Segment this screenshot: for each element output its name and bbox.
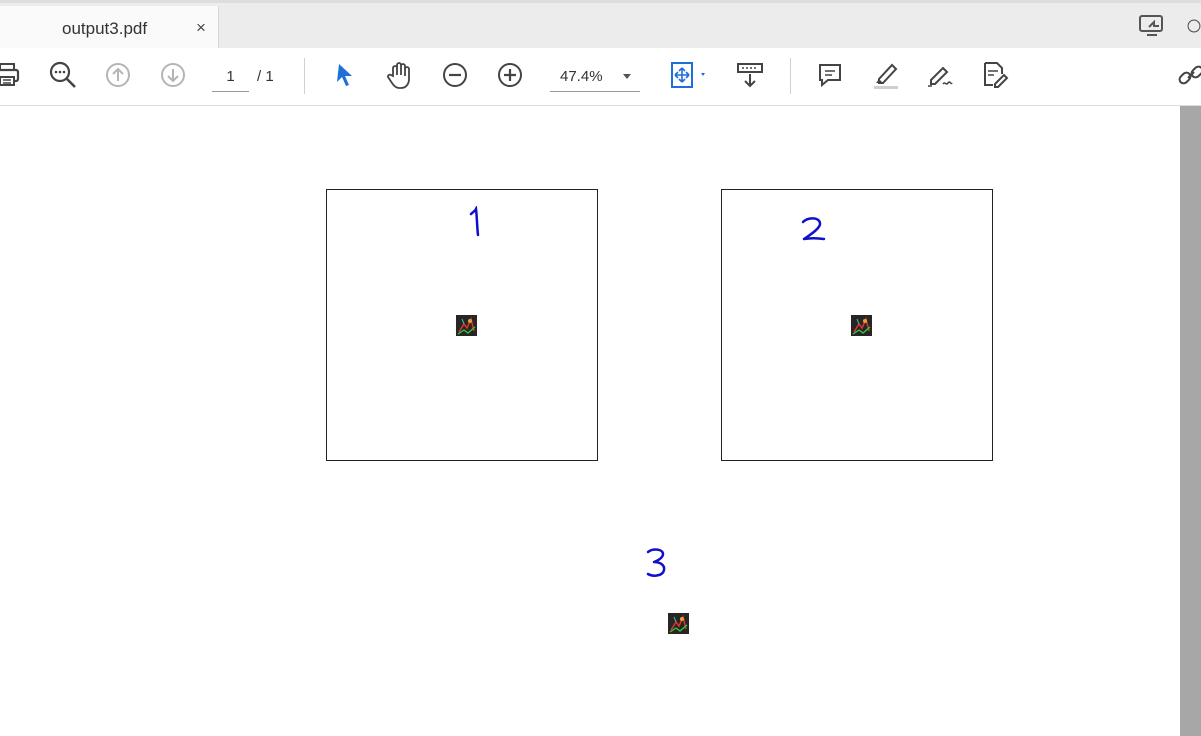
select-cursor-icon [333,61,357,94]
comment-button[interactable] [813,60,847,94]
page-total: / 1 [257,68,274,85]
zoom-in-button[interactable] [493,60,527,94]
page-number-input[interactable]: 1 [212,64,249,92]
image-thumbnail-2 [851,315,872,336]
hand-tool-button[interactable] [383,60,417,94]
chevron-down-icon [623,74,631,79]
select-tool-button[interactable] [328,60,362,94]
document-tab[interactable]: output3.pdf × [0,6,219,51]
page-down-icon [159,61,187,94]
zoom-level-value: 47.4% [560,68,603,85]
zoom-in-icon [496,61,524,94]
previous-page-button[interactable] [101,60,135,94]
handwritten-label-1 [462,204,486,245]
link-icon [1176,60,1201,94]
print-icon [0,61,22,94]
tab-close-button[interactable]: × [196,18,206,38]
sign-button[interactable] [923,60,957,94]
next-page-button[interactable] [156,60,190,94]
help-icon[interactable] [1187,11,1201,41]
handwritten-label-2 [798,214,830,249]
image-thumbnail-1 [456,315,477,336]
link-button[interactable] [1176,60,1201,94]
edit-text-icon [980,60,1010,95]
zoom-search-button[interactable] [46,60,80,94]
highlight-button[interactable] [868,60,902,94]
page-up-icon [104,61,132,94]
print-button[interactable] [0,60,24,94]
comment-icon [816,61,844,94]
handwritten-label-3 [644,546,672,585]
tab-bar: output3.pdf × [0,0,1201,51]
document-view[interactable] [0,106,1180,736]
tabbar-right-tools [1137,11,1201,41]
zoom-out-icon [441,61,469,94]
sign-icon [925,60,955,95]
vertical-scrollbar[interactable] [1180,106,1201,736]
image-thumbnail-3 [668,613,689,634]
main-toolbar: 1 / 1 47.4% [0,48,1201,106]
toolbar-divider [790,58,791,94]
zoom-search-icon [48,60,78,95]
share-screen-icon[interactable] [1137,11,1167,41]
highlight-icon [870,60,900,95]
hand-icon [386,60,414,95]
tab-title: output3.pdf [62,19,148,38]
fit-page-icon [665,60,709,95]
toolbar-divider [304,58,305,94]
zoom-level-select[interactable]: 47.4% [550,64,640,92]
scroll-mode-icon [735,60,765,95]
zoom-out-button[interactable] [438,60,472,94]
scroll-mode-button[interactable] [733,60,767,94]
fit-page-button[interactable] [662,60,712,94]
edit-text-button[interactable] [978,60,1012,94]
